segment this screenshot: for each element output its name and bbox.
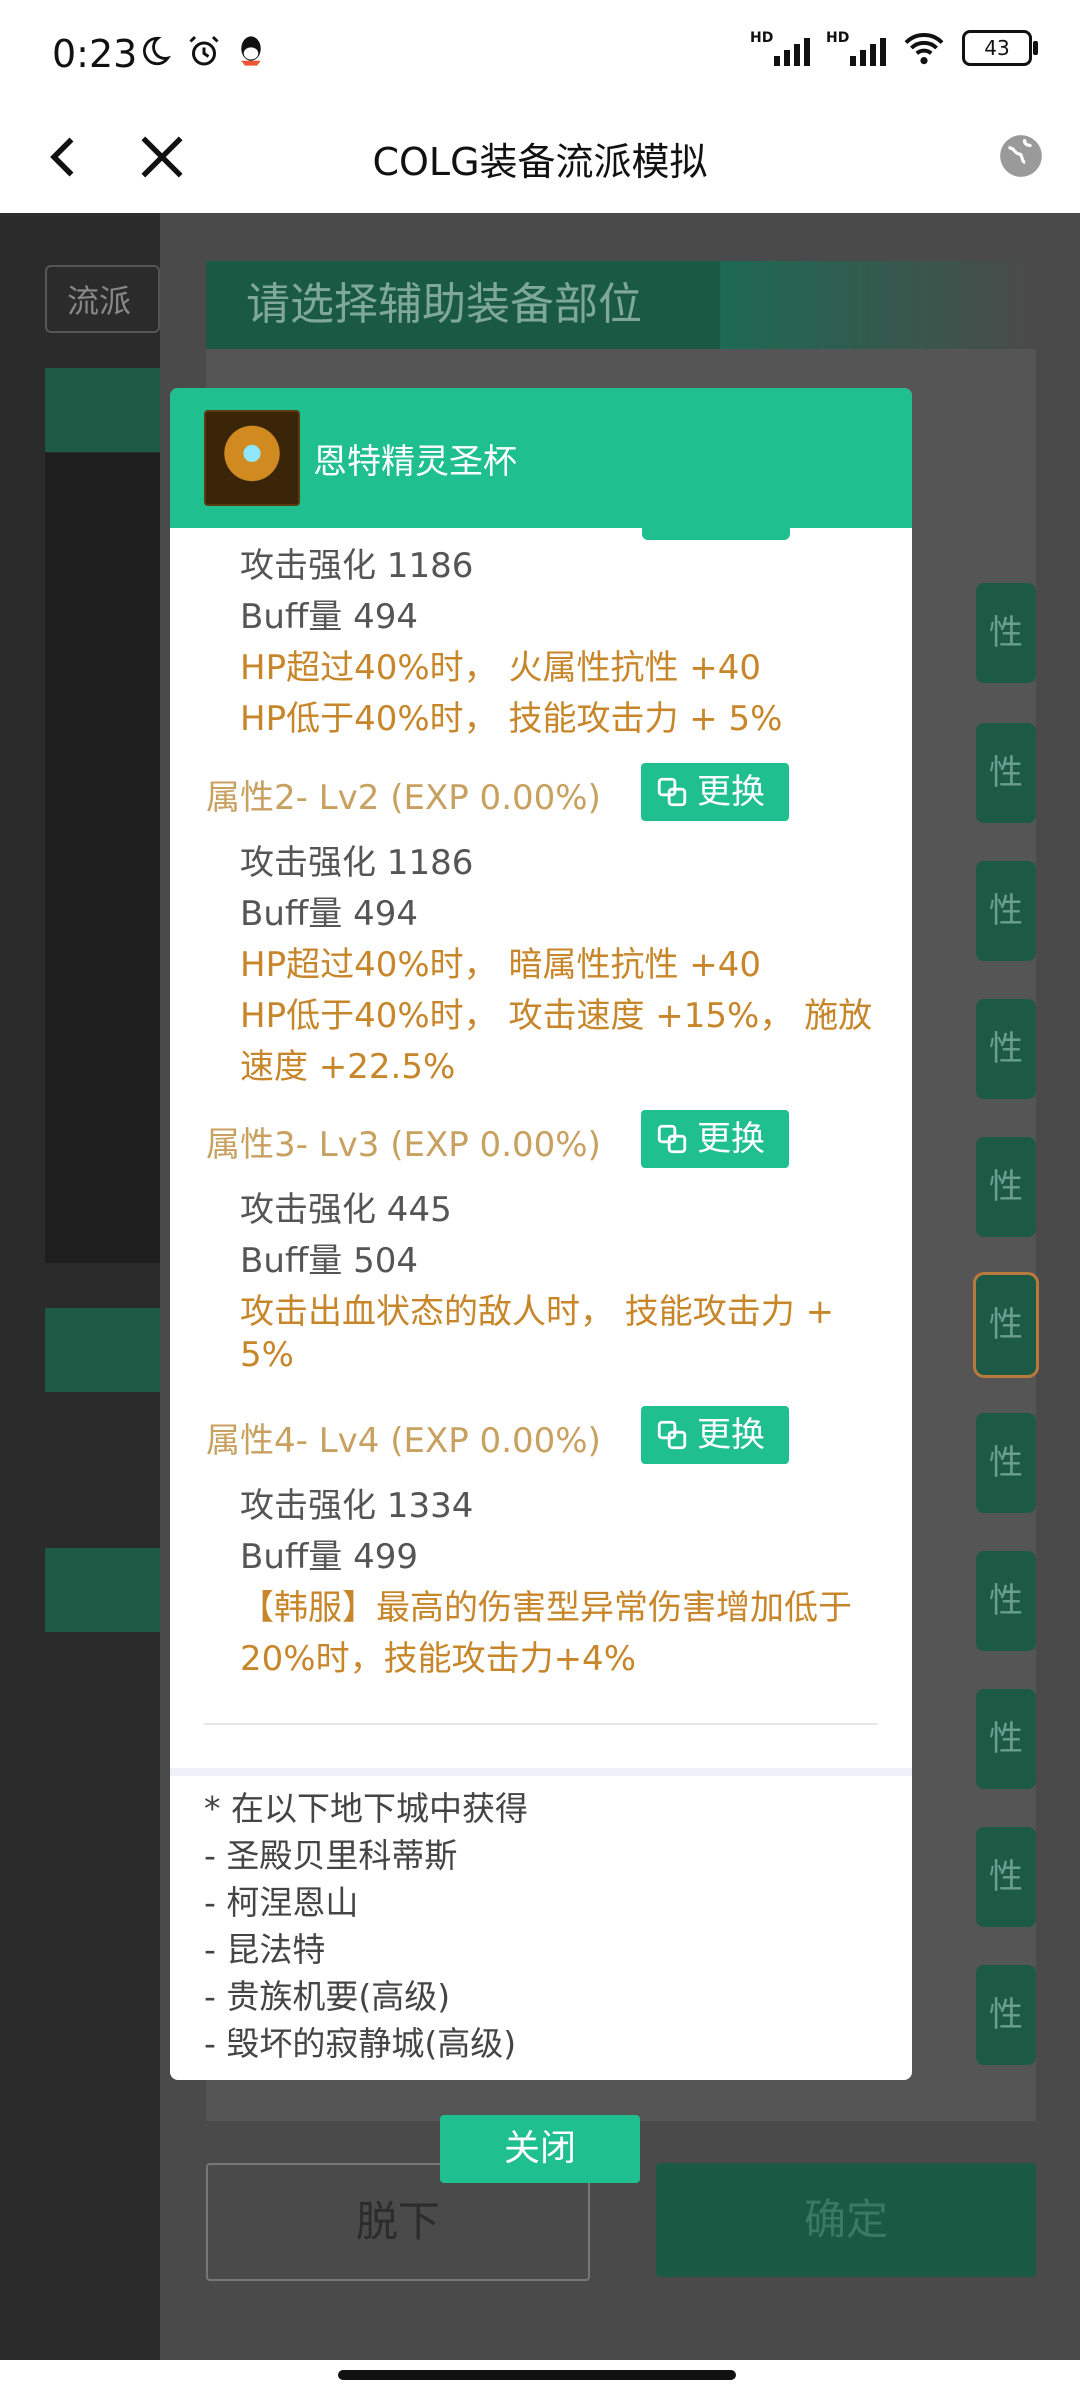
alarm-icon (189, 35, 219, 66)
slot-button[interactable]: 性 (976, 583, 1036, 683)
attribute-header: 属性2- Lv2 (EXP 0.00%) (206, 778, 601, 818)
obtain-line: - 圣殿贝里科蒂斯 (204, 1836, 458, 1875)
slot-button[interactable]: 性 (976, 1137, 1036, 1237)
change-button[interactable]: 更换 (641, 1110, 789, 1168)
attribute-header: 属性4- Lv4 (EXP 0.00%) (206, 1421, 601, 1461)
gesture-bar (0, 2360, 1080, 2400)
effect-line: HP超过40%时， 暗属性抗性 +40 (240, 945, 762, 985)
modal-close-button[interactable]: 关闭 (440, 2115, 640, 2183)
change-button[interactable]: 更换 (641, 1406, 789, 1464)
slot-button[interactable]: 性 (976, 1689, 1036, 1789)
left-column: 流派 (0, 213, 160, 2360)
change-label: 更换 (697, 1119, 765, 1159)
swap-icon (657, 777, 687, 807)
obtain-line: - 毁坏的寂静城(高级) (204, 2024, 517, 2063)
change-label: 更换 (697, 772, 765, 812)
section-header (45, 1548, 160, 1632)
slot-button[interactable]: 性 (976, 1413, 1036, 1513)
obtain-line: - 柯涅恩山 (204, 1883, 359, 1922)
attribute-header: 属性3- Lv3 (EXP 0.00%) (206, 1125, 601, 1165)
qq-icon (241, 36, 261, 66)
school-select: 流派 (45, 265, 160, 333)
item-icon (204, 410, 300, 506)
moon-icon (143, 36, 172, 66)
confirm-button[interactable]: 确定 (656, 2163, 1036, 2277)
battery-icon: 43 (962, 30, 1038, 66)
slot-button[interactable]: 性 (976, 1551, 1036, 1651)
obtain-section: * 在以下地下城中获得 - 圣殿贝里科蒂斯 - 柯涅恩山 - 昆法特 - 贵族机… (170, 1768, 912, 2080)
effect-line: 速度 +22.5% (240, 1047, 456, 1087)
status-bar: 0:23 HD HD 43 (0, 0, 1080, 105)
wifi-icon (904, 33, 944, 65)
stat-line: 攻击强化 1334 (240, 1486, 474, 1526)
globe-icon[interactable] (996, 131, 1046, 181)
status-icons (138, 34, 266, 70)
page-title: COLG装备流派模拟 (372, 140, 708, 184)
banner-decoration (720, 261, 1036, 349)
stat-line: 攻击强化 445 (240, 1190, 452, 1230)
item-name: 恩特精灵圣杯 (313, 442, 517, 482)
stat-line: Buff量 494 (240, 894, 419, 934)
stat-line: 攻击强化 1186 (240, 843, 474, 883)
slot-button-selected[interactable]: 性 (973, 1272, 1039, 1378)
stat-line: 攻击强化 1186 (240, 546, 474, 586)
character-preview (45, 453, 160, 1263)
obtain-line: - 贵族机要(高级) (204, 1977, 451, 2016)
swap-icon (657, 1124, 687, 1154)
swap-icon (657, 1420, 687, 1450)
app-header: COLG装备流派模拟 (0, 105, 1080, 213)
slot-button[interactable]: 性 (976, 723, 1036, 823)
obtain-line: * 在以下地下城中获得 (204, 1789, 528, 1828)
obtain-line: - 昆法特 (204, 1930, 326, 1969)
section-header (45, 1308, 160, 1392)
stat-line: Buff量 494 (240, 597, 419, 637)
effect-line: HP低于40%时， 攻击速度 +15%， 施放 (240, 996, 873, 1036)
change-label: 更换 (697, 1415, 765, 1455)
effect-line: HP低于40%时， 技能攻击力 + 5% (240, 699, 783, 739)
slot-button[interactable]: 性 (976, 1965, 1036, 2065)
signal-2-icon: HD (826, 30, 886, 66)
effect-line: 【韩服】最高的伤害型异常伤害增加低于 (240, 1588, 852, 1628)
panel-banner: 请选择辅助装备部位 (206, 261, 726, 349)
effect-line: 20%时，技能攻击力+4% (240, 1639, 636, 1679)
effect-line: 攻击出血状态的敌人时， 技能攻击力 + (240, 1292, 835, 1332)
stat-line: Buff量 504 (240, 1241, 419, 1281)
clock: 0:23 (52, 32, 138, 76)
signal-1-icon: HD (750, 30, 810, 66)
effect-line: 5% (240, 1335, 294, 1375)
modal-header: 恩特精灵圣杯 (170, 388, 912, 528)
change-button[interactable]: 更换 (641, 763, 789, 821)
change-button-peek[interactable] (642, 528, 790, 540)
stat-line: Buff量 499 (240, 1537, 419, 1577)
section-header (45, 368, 160, 452)
home-handle[interactable] (338, 2370, 736, 2380)
item-detail-modal: 恩特精灵圣杯 攻击强化 1186 Buff量 494 HP超过40%时， 火属性… (170, 388, 912, 2080)
slot-button[interactable]: 性 (976, 861, 1036, 961)
divider (204, 1723, 878, 1725)
slot-button[interactable]: 性 (976, 999, 1036, 1099)
slot-button[interactable]: 性 (976, 1827, 1036, 1927)
effect-line: HP超过40%时， 火属性抗性 +40 (240, 648, 762, 688)
